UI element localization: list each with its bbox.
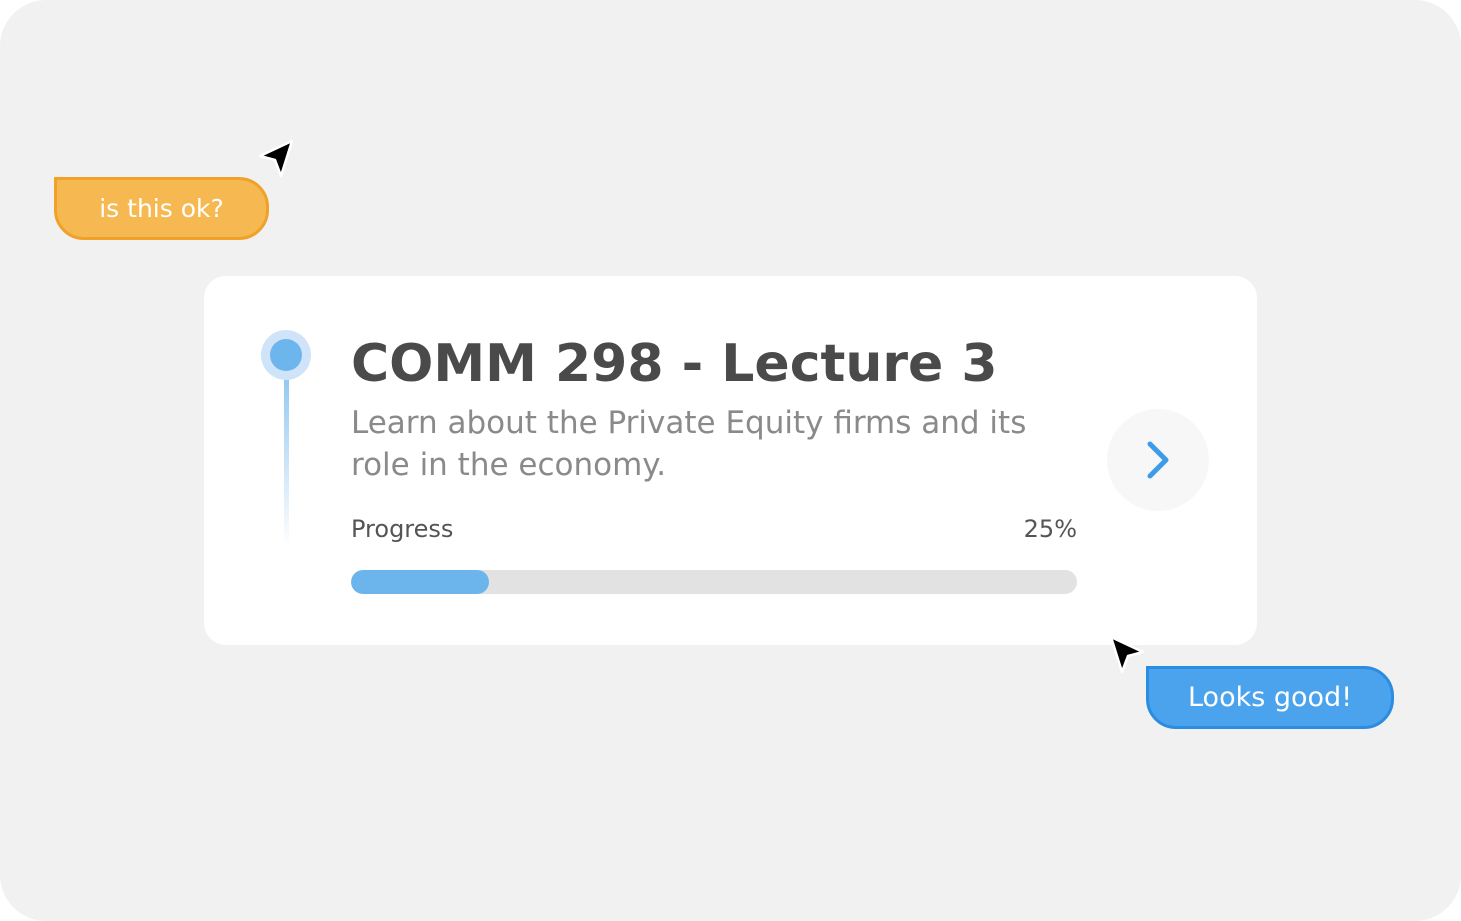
progress-percent: 25%	[1023, 515, 1077, 543]
lecture-card[interactable]: COMM 298 - Lecture 3 Learn about the Pri…	[204, 276, 1257, 645]
comment-text-question: is this ok?	[99, 194, 224, 223]
progress-label: Progress	[351, 515, 454, 543]
comment-bubble-question[interactable]: is this ok?	[54, 177, 269, 240]
lecture-description: Learn about the Private Equity firms and…	[351, 405, 1027, 483]
lecture-title: COMM 298 - Lecture 3	[351, 334, 998, 394]
comment-text-reply: Looks good!	[1187, 682, 1353, 713]
progress-bar	[351, 570, 1077, 594]
timeline-marker-dot	[270, 339, 302, 371]
next-lecture-button[interactable]	[1107, 409, 1209, 511]
comment-bubble-reply[interactable]: Looks good!	[1146, 666, 1394, 729]
canvas: is this ok? COMM 298 - Lecture 3 Learn a…	[0, 0, 1461, 921]
timeline-line	[284, 370, 289, 546]
cursor-arrow-icon	[255, 136, 299, 180]
chevron-right-icon	[1147, 441, 1169, 479]
progress-bar-fill	[351, 570, 489, 594]
cursor-arrow-icon	[1106, 632, 1150, 676]
